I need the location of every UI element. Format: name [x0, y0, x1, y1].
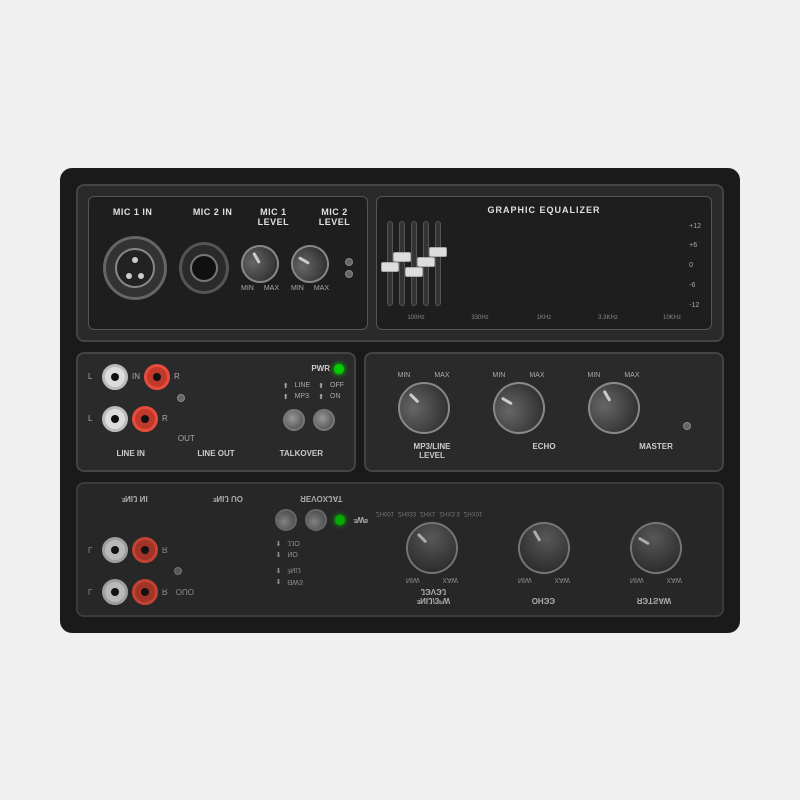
mic2-level-knob[interactable] [284, 238, 336, 290]
eq-db-plus6: +6 [689, 242, 701, 249]
master-knob-group: MINMAX [588, 372, 640, 434]
eq-db-0: 0 [689, 262, 701, 269]
in-label: IN [132, 372, 140, 381]
mic1-level-knob-group: MIN MAX [241, 245, 279, 292]
eq-db-minus6: -6 [689, 282, 701, 289]
eq-freq-10k: 10KHz [643, 315, 701, 321]
mp3-switch-label: MP3 [295, 393, 309, 400]
eq-slider-1[interactable] [387, 221, 393, 306]
eq-slider-2[interactable] [399, 221, 405, 306]
r-label-out: R [162, 414, 168, 423]
mic2-max: MAX [314, 285, 329, 292]
mic2-in-label: MIC 2 IN [193, 207, 233, 218]
mic2-min: MIN [291, 285, 304, 292]
ref-button-1 [275, 509, 297, 531]
middle-panel: L IN R L [76, 352, 724, 472]
controls-section: MINMAX MINMAX MINMAX [364, 352, 724, 472]
trs-input[interactable] [179, 242, 229, 294]
main-container: MIC 1 IN MIC 2 IN MIC 1LEVEL MIC 2LEVEL [60, 168, 740, 633]
echo-knob[interactable] [483, 372, 554, 443]
rca-section: L IN R L [88, 364, 275, 443]
ref-pwr-led [335, 515, 345, 525]
eq-freq-1k: 1KHz [515, 315, 573, 321]
ref-rca-red-2 [132, 537, 158, 563]
echo-minmax: MINMAX [493, 372, 545, 379]
ref-rca-white-2 [102, 537, 128, 563]
echo-knob-group: MINMAX [493, 372, 545, 434]
eq-freq-33k: 3.3KHz [579, 315, 637, 321]
reflected-left: L R OUO L R [88, 494, 368, 605]
mp3-line-knob-group: MINMAX [398, 372, 450, 434]
eq-freq-100: 100Hz [387, 315, 445, 321]
on-switch-label: ON [330, 393, 341, 400]
controls-knobs-row: MINMAX MINMAX MINMAX [376, 364, 712, 434]
mic-section: MIC 1 IN MIC 2 IN MIC 1LEVEL MIC 2LEVEL [88, 196, 368, 330]
mic2-level-knob-group: MIN MAX [291, 245, 329, 292]
mp3-line-label: MP3/LINELEVEL [376, 442, 488, 460]
mp3-minmax: MINMAX [398, 372, 450, 379]
master-knob[interactable] [578, 372, 649, 443]
r-label-in: R [174, 372, 180, 381]
ref-knob-1 [395, 511, 469, 585]
rca-in-red-1[interactable] [144, 364, 170, 390]
mic1-min: MIN [241, 285, 254, 292]
mic1-level-label: MIC 1LEVEL [258, 207, 290, 229]
l-label-in: L [88, 372, 98, 381]
rca-out-white-1[interactable] [102, 406, 128, 432]
rca-in-white-1[interactable] [102, 364, 128, 390]
reflected-right: ᴲNIJ/3ᴾWJЭVЭJ OHЭЭ ЯЭTSAW NIWXAW NIWXAW [376, 494, 712, 605]
bottom-labels-row: LINE IN LINE OUT TALKOVER [88, 449, 344, 458]
ref-rca-white-1 [102, 579, 128, 605]
out-label: OUT [98, 434, 275, 443]
mic1-max: MAX [264, 285, 279, 292]
reflected-panel: L R OUO L R [76, 482, 724, 617]
pwr-label: PWR [311, 364, 330, 373]
xlr-input[interactable] [103, 236, 167, 300]
screw-bottom [345, 270, 353, 278]
screw-top [345, 258, 353, 266]
mic1-in-label: MIC 1 IN [113, 207, 153, 218]
pwr-led [334, 364, 344, 374]
ref-button-2 [305, 509, 327, 531]
l-label-out: L [88, 414, 98, 423]
eq-slider-4[interactable] [423, 221, 429, 306]
master-minmax: MINMAX [588, 372, 640, 379]
off-switch-label: OFF [330, 382, 344, 389]
eq-freq-330: 330Hz [451, 315, 509, 321]
ref-rca-red-1 [132, 579, 158, 605]
ref-screw [174, 567, 182, 575]
controls-labels-row: MP3/LINELEVEL ECHO MASTER [376, 442, 712, 460]
mic2-level-label: MIC 2LEVEL [319, 207, 351, 229]
line-out-label: LINE OUT [173, 449, 258, 458]
master-label: MASTER [600, 442, 712, 460]
line-switch-label: LINE [295, 382, 311, 389]
top-panel: MIC 1 IN MIC 2 IN MIC 1LEVEL MIC 2LEVEL [76, 184, 724, 342]
eq-db-minus12: -12 [689, 302, 701, 309]
talkover-button-2[interactable] [313, 409, 335, 431]
talkover-button-1[interactable] [283, 409, 305, 431]
rca-out-red-1[interactable] [132, 406, 158, 432]
eq-slider-5[interactable] [435, 221, 441, 306]
eq-db-labels: +12 +6 0 -6 -12 [689, 221, 701, 311]
eq-section: GRAPHIC EQUALIZER [376, 196, 712, 330]
screw-controls [683, 422, 691, 430]
eq-title: GRAPHIC EQUALIZER [387, 205, 701, 215]
line-section: L IN R L [76, 352, 356, 472]
talkover-area: PWR ⬆ LINE ⬆ MP3 [283, 364, 344, 431]
mp3-line-knob[interactable] [387, 371, 461, 445]
screw-mid [177, 394, 185, 402]
mic1-level-knob[interactable] [234, 238, 286, 290]
talkover-label: TALKOVER [259, 449, 344, 458]
echo-label: ECHO [488, 442, 600, 460]
reflected-inner: L R OUO L R [88, 494, 712, 605]
ref-knob-2 [508, 512, 579, 583]
line-in-label: LINE IN [88, 449, 173, 458]
eq-db-plus12: +12 [689, 223, 701, 230]
ref-knob-3 [620, 512, 691, 583]
